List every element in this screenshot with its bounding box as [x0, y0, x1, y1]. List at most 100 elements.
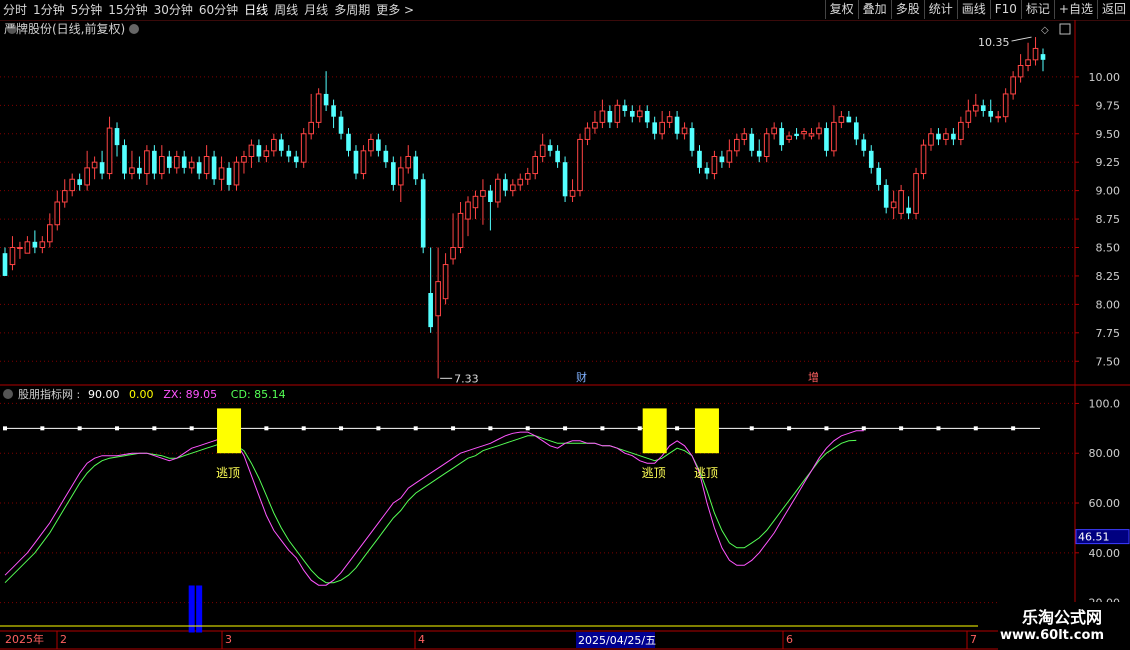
reference-marker	[488, 426, 493, 431]
candle-body-down	[719, 156, 725, 163]
candle-body-up	[405, 156, 412, 169]
indicator-axis-label: 80.00	[1089, 447, 1121, 460]
candle-body-up	[943, 133, 949, 140]
candle-body-up	[636, 110, 643, 118]
reference-marker	[264, 426, 269, 431]
event-label-finance: 财	[576, 370, 587, 384]
panel-toggle-icon	[1059, 23, 1071, 35]
candle-body-up	[532, 156, 539, 175]
candle-body-up	[913, 173, 919, 214]
candle-body-up	[517, 178, 524, 186]
tool-button-7[interactable]: +自选	[1053, 0, 1097, 19]
candle-body-up	[711, 156, 718, 175]
candle-body-down	[293, 156, 299, 163]
reference-marker	[1011, 426, 1016, 431]
candle-body-up	[457, 212, 464, 248]
tool-buttons: 复权 叠加 多股 统计 画线 F10 标记 +自选 返回	[824, 0, 1130, 20]
candle-body-down	[689, 128, 695, 151]
candle-body-down	[137, 167, 142, 174]
price-axis-label: 9.75	[1096, 99, 1121, 112]
period-tab-3[interactable]: 15分钟	[105, 0, 150, 20]
period-tab-6[interactable]: 日线	[241, 0, 271, 20]
period-tab-2[interactable]: 5分钟	[68, 0, 106, 20]
reference-marker	[787, 426, 792, 431]
candle-body-down	[652, 122, 657, 134]
period-tab-10[interactable]: 更多 >	[373, 0, 417, 20]
candle-body-down	[622, 105, 628, 111]
candle-body-down	[331, 105, 336, 117]
tool-button-1[interactable]: 叠加	[857, 0, 891, 19]
price-axis-label: 8.25	[1096, 270, 1121, 283]
reference-marker	[77, 426, 82, 431]
date-axis-month: 7	[970, 633, 977, 646]
period-tab-4[interactable]: 30分钟	[151, 0, 196, 20]
candle-body-down	[779, 128, 784, 146]
price-axis-label: 7.50	[1096, 355, 1121, 368]
reference-marker	[824, 426, 829, 431]
candle-body-up	[890, 201, 897, 209]
reference-marker	[525, 426, 530, 431]
cursor-date: 2025/04/25/五	[578, 634, 656, 647]
candle-body-down	[226, 167, 232, 185]
price-axis-label: 7.75	[1096, 327, 1121, 340]
period-tab-9[interactable]: 多周期	[331, 0, 373, 20]
candle-body-up	[741, 133, 748, 140]
watermark: 乐淘公式网 www.60lt.com	[998, 602, 1130, 650]
reference-marker	[973, 426, 978, 431]
candle-body-up	[46, 224, 53, 243]
candle-body-down	[122, 145, 127, 174]
escape-top-label: 逃顶	[216, 466, 240, 480]
date-axis-month: 4	[418, 633, 425, 646]
candle-body-down	[883, 184, 889, 208]
tool-button-0[interactable]: 复权	[824, 0, 858, 19]
candle-body-up	[188, 161, 195, 169]
period-tab-0[interactable]: 分时	[0, 0, 30, 20]
candle-body-up	[808, 133, 815, 137]
escape-top-signal-box	[642, 408, 667, 454]
tool-button-6[interactable]: 标记	[1020, 0, 1054, 19]
reference-marker	[301, 426, 306, 431]
price-axis-label: 8.50	[1096, 242, 1121, 255]
candle-body-down	[988, 111, 994, 117]
bottom-signal-bar	[188, 585, 195, 633]
tool-button-2[interactable]: 多股	[890, 0, 924, 19]
reference-marker	[339, 426, 344, 431]
candle-body-down	[824, 128, 829, 151]
candle-body-up	[666, 116, 673, 123]
candle-body-up	[972, 104, 979, 112]
candle-body-up	[465, 201, 471, 220]
high-arrow	[1011, 36, 1032, 42]
candle-body-down	[555, 150, 560, 163]
price-axis-label: 9.00	[1096, 185, 1121, 198]
reference-marker	[861, 426, 866, 431]
date-axis-month: 2	[60, 633, 67, 646]
tool-button-5[interactable]: F10	[989, 0, 1021, 19]
candle-body-up	[203, 156, 210, 175]
escape-top-signal-box	[694, 408, 719, 454]
candle-body-down	[99, 162, 105, 174]
period-tab-5[interactable]: 60分钟	[196, 0, 241, 20]
candle-body-up	[599, 110, 606, 123]
candle-body-up	[898, 190, 904, 214]
candle-body-down	[644, 111, 650, 123]
candle-body-up	[9, 247, 16, 266]
indicator-menu-icon	[3, 389, 13, 399]
period-tab-1[interactable]: 1分钟	[30, 0, 68, 20]
tool-button-4[interactable]: 画线	[956, 0, 990, 19]
tool-button-8[interactable]: 返回	[1096, 0, 1130, 19]
candle-body-up	[84, 167, 90, 186]
candle-body-up	[248, 144, 255, 157]
reference-marker	[413, 426, 418, 431]
tool-button-3[interactable]: 统计	[923, 0, 957, 19]
period-tab-7[interactable]: 周线	[271, 0, 301, 20]
candle-body-up	[726, 150, 733, 163]
chart-canvas[interactable]: 10.00 9.75 9.50 9.25 9.00 8.75 8.50 8.25 8.00 7.7…	[0, 20, 1130, 650]
candle-body-up	[300, 133, 307, 163]
candle-body-up	[569, 190, 576, 197]
candle-body-down	[936, 133, 941, 140]
candle-body-down	[383, 150, 389, 163]
candle-body-up	[584, 127, 591, 140]
period-tab-8[interactable]: 月线	[301, 0, 331, 20]
candle-body-up	[577, 138, 583, 192]
reference-marker	[376, 426, 381, 431]
